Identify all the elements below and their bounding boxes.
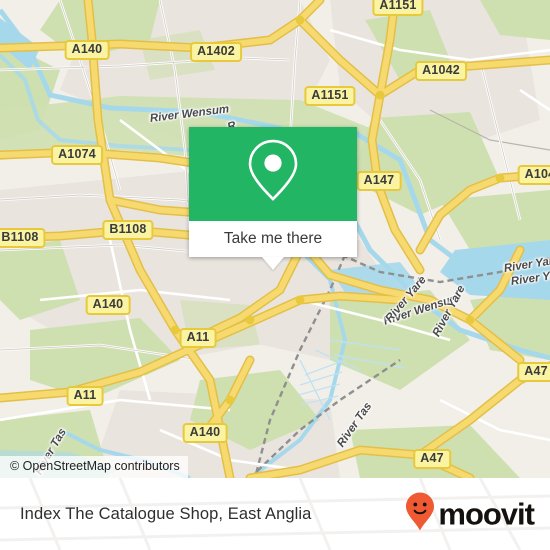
moovit-wordmark: moovit xyxy=(438,496,535,532)
map-screenshot: A1151 A140 A1402 A1042 A1151 A1074 A147 A104 B11… xyxy=(0,0,550,550)
moovit-smiley-pin-icon xyxy=(405,492,435,537)
popup-header xyxy=(189,127,357,221)
road-shield: A1402 xyxy=(190,42,242,62)
moovit-logo[interactable]: moovit xyxy=(405,492,535,537)
road-shield: A140 xyxy=(64,40,110,60)
road-shield: A1151 xyxy=(304,86,356,106)
map-pin-icon xyxy=(245,137,301,208)
road-shield: A147 xyxy=(356,171,402,191)
footer-bar: Index The Catalogue Shop, East Anglia mo… xyxy=(0,478,550,550)
popup-pointer xyxy=(262,257,284,270)
map-attribution[interactable]: © OpenStreetMap contributors xyxy=(0,456,188,478)
road-shield: B1108 xyxy=(0,228,46,248)
location-popup-card[interactable]: Take me there xyxy=(189,127,357,270)
take-me-there-label: Take me there xyxy=(223,230,323,247)
road-shield: A140 xyxy=(85,295,131,315)
road-shield: A47 xyxy=(517,362,550,382)
road-shield: A11 xyxy=(179,328,217,348)
road-shield: A1151 xyxy=(372,0,424,16)
road-shield: B1108 xyxy=(102,220,154,240)
road-shield: A1074 xyxy=(51,145,103,165)
road-shield: A1042 xyxy=(415,61,467,81)
road-shield: A47 xyxy=(413,449,451,469)
road-shield: A140 xyxy=(182,423,228,443)
place-title: Index The Catalogue Shop, East Anglia xyxy=(20,504,312,523)
popup-footer[interactable]: Take me there xyxy=(189,221,357,270)
road-shield: A11 xyxy=(66,386,104,406)
road-shield: A104 xyxy=(517,165,550,185)
attribution-text: © OpenStreetMap contributors xyxy=(10,459,180,473)
